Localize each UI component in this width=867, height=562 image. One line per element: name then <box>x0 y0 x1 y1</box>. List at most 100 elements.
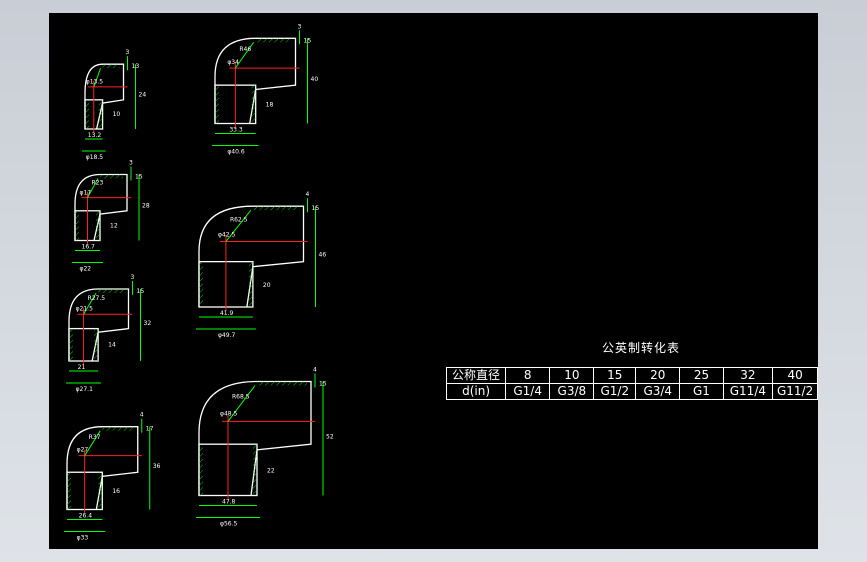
dimension-label: 10 <box>113 111 121 118</box>
dimension-label: 41.9 <box>220 310 234 317</box>
dimension-label: φ42.5 <box>218 231 236 238</box>
dimension-label: 47.8 <box>222 499 236 506</box>
table-cell: 25 <box>679 367 724 384</box>
elbow-outline <box>84 63 125 130</box>
table-cell: G3/8 <box>549 383 595 400</box>
dimension-label: R62.5 <box>230 216 248 223</box>
dimension-label: φ21.5 <box>76 306 94 313</box>
wall-hatch <box>75 210 79 241</box>
dimension-label: φ17 <box>80 189 92 196</box>
wall-hatch <box>94 328 99 361</box>
dimension-label: 16 <box>112 488 120 495</box>
dimension-label: 32 <box>144 320 152 327</box>
wall-hatch <box>253 444 257 496</box>
dimension-label: φ18.5 <box>86 154 104 161</box>
wall-hatch <box>98 99 103 129</box>
wall-hatch <box>199 261 203 307</box>
dimension-label: φ40.6 <box>227 149 245 156</box>
table-cell: d(in) <box>445 383 507 400</box>
dimension-label: 3 <box>129 160 133 167</box>
elbow-fitting: φ13.5 13.2 φ18.5 24 313 10 <box>82 49 146 161</box>
dimension-label: 3 <box>131 274 135 281</box>
table-row-metric: 公称直径 8 10 15 20 25 32 40 <box>445 367 818 384</box>
wall-hatch <box>67 472 71 510</box>
dimension-label: 15 <box>135 174 143 181</box>
table-cell: 32 <box>722 367 774 384</box>
dimension-label: 13 <box>132 63 140 70</box>
dimension-label: 3 <box>126 49 130 56</box>
elbow-fitting: φ42.5 41.9 φ49.7 46 415 20 R62.5 <box>196 191 326 339</box>
dimension-label: 52 <box>326 434 334 441</box>
dimension-label: 21 <box>78 364 86 371</box>
dimension-label: 33.3 <box>229 127 243 134</box>
wall-hatch <box>85 99 89 129</box>
wall-hatch <box>252 206 300 211</box>
wall-hatch <box>102 64 120 69</box>
wall-hatch <box>100 174 123 179</box>
dimension-label: 40 <box>311 76 319 83</box>
dimension-label: 24 <box>139 92 147 99</box>
table-cell: G11/4 <box>722 383 774 400</box>
wall-hatch <box>102 426 134 431</box>
dimension-label: 4 <box>313 367 317 374</box>
dimension-label: 15 <box>319 381 327 388</box>
dimension-label: 12 <box>110 222 118 229</box>
wall-hatch <box>251 85 256 124</box>
elbow-fitting: φ34 33.3 φ40.6 40 315 18 R46 <box>212 23 319 156</box>
dimension-label: φ34 <box>227 59 239 66</box>
wall-hatch <box>98 289 125 293</box>
dimension-label: 28 <box>142 203 150 210</box>
dimension-label: 15 <box>312 205 320 212</box>
table-cell: G3/4 <box>635 383 681 400</box>
dimension-label: 15 <box>304 37 312 44</box>
table-cell: 40 <box>772 367 818 384</box>
table-cell: 公称直径 <box>445 367 507 384</box>
dimension-label: 26.4 <box>79 513 93 520</box>
dimension-label: R37 <box>89 434 101 441</box>
dimension-label: 14 <box>108 342 116 349</box>
drawing-canvas[interactable]: φ13.5 13.2 φ18.5 24 3 13 10 φ34 33.3 φ40.6 40 3 15 18… <box>49 13 818 549</box>
wall-hatch <box>98 472 103 510</box>
dimension-label: φ56.5 <box>220 521 238 528</box>
dimension-label: φ27 <box>77 447 89 454</box>
dimension-label: 3 <box>298 23 302 30</box>
dimension-label: 36 <box>153 463 161 470</box>
wall-hatch <box>96 210 100 241</box>
dimension-label: 18 <box>266 101 274 108</box>
wall-hatch <box>199 444 203 496</box>
dimension-label: 15 <box>137 288 145 295</box>
dimension-label: φ49.7 <box>218 332 236 339</box>
elbow-fitting: φ48.5 47.8 φ56.5 52 415 22 R68.5 <box>196 367 334 528</box>
dimension-label: 17 <box>146 426 154 433</box>
dimension-label: R23 <box>92 179 104 186</box>
dimension-label: 20 <box>263 282 271 289</box>
table-cell: 15 <box>593 367 637 384</box>
dimension-label: φ13.5 <box>86 79 104 86</box>
table-cell: 10 <box>549 367 595 384</box>
elbow-fitting: φ17 16.7 φ22 28 315 12 R23 <box>72 160 150 273</box>
conversion-table: 公称直径 8 10 15 20 25 32 40 d(in) G1/4 G3/8… <box>445 367 818 400</box>
dimension-label: R68.5 <box>232 394 250 401</box>
table-row-inch: d(in) G1/4 G3/8 G1/2 G3/4 G1 G11/4 G11/2 <box>445 383 818 400</box>
wall-hatch <box>69 328 73 361</box>
wall-hatch <box>255 38 292 43</box>
wall-hatch <box>248 261 253 307</box>
dimension-label: φ22 <box>80 266 92 273</box>
dimension-label: φ48.5 <box>220 411 238 418</box>
elbow-fittings-group: φ13.513.2φ18.52431310φ3433.3φ40.64031518… <box>64 23 334 542</box>
wall-hatch <box>257 381 307 386</box>
wall-hatch <box>215 85 219 124</box>
dimension-label: 13.2 <box>88 132 102 139</box>
dimension-label: 4 <box>140 412 144 419</box>
table-cell: 20 <box>635 367 681 384</box>
dimension-label: R46 <box>239 46 251 53</box>
dimension-label: 46 <box>319 252 327 259</box>
table-cell: G1 <box>679 383 724 400</box>
table-cell: G1/4 <box>505 383 551 400</box>
dimension-label: 4 <box>306 191 310 198</box>
table-cell: G1/2 <box>593 383 637 400</box>
dimension-label: R27.5 <box>88 295 106 302</box>
elbow-fitting: φ27 26.4 φ33 36 417 16 R37 <box>64 412 161 542</box>
dimension-label: 22 <box>267 468 275 475</box>
dimension-label: 16.7 <box>82 244 96 251</box>
